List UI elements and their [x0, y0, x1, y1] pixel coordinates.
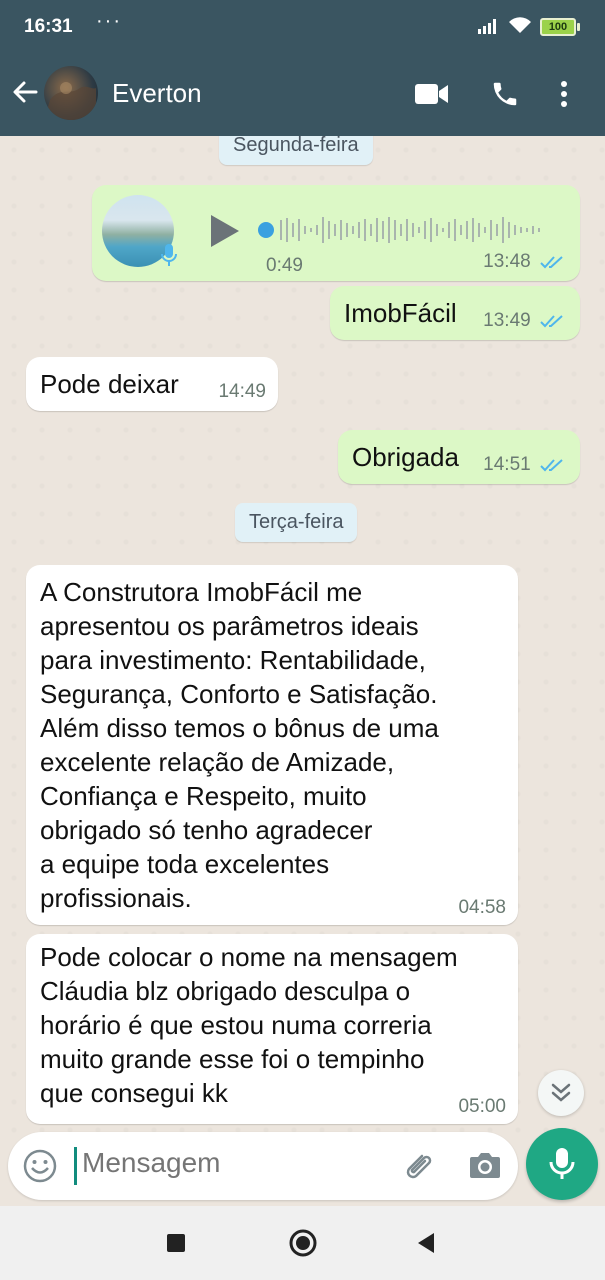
message-line: Pode colocar o nome na mensagem — [40, 942, 458, 972]
read-ticks-icon — [540, 315, 563, 328]
recent-apps-button[interactable] — [167, 1234, 185, 1252]
voice-meta: 13:48 — [483, 251, 566, 273]
contact-avatar[interactable] — [44, 66, 98, 120]
message-bubble-incoming[interactable]: A Construtora ImobFácil me apresentou os… — [26, 565, 518, 925]
message-bubble-incoming[interactable]: Pode deixar 14:49 — [26, 357, 278, 411]
message-line: Segurança, Conforto e Satisfação. — [40, 679, 438, 709]
voice-message-bubble[interactable]: 0:49 13:48 — [92, 185, 580, 281]
signal-icon — [478, 19, 496, 34]
mic-badge-icon — [161, 244, 177, 266]
microphone-icon — [549, 1148, 575, 1179]
system-navigation-bar — [0, 1206, 605, 1280]
battery-icon: 100 — [540, 18, 580, 36]
message-line: a equipe toda excelentes — [40, 849, 330, 879]
message-text: Obrigada — [352, 442, 459, 472]
contact-name[interactable]: Everton — [112, 78, 202, 109]
message-time: 14:51 — [483, 454, 531, 475]
chat-area[interactable]: Segunda-feira 0:49 13:48 ImobFácil 13:49 — [0, 136, 605, 1136]
message-text: ImobFácil — [344, 298, 457, 328]
voice-call-icon[interactable] — [490, 79, 520, 109]
system-back-button[interactable] — [416, 1232, 436, 1254]
voice-waveform[interactable] — [256, 215, 556, 245]
scroll-to-bottom-button[interactable] — [538, 1070, 584, 1116]
message-line: obrigado só tenho agradecer — [40, 815, 373, 845]
wifi-icon — [509, 17, 531, 33]
message-time: 13:48 — [483, 251, 531, 272]
message-time: 04:58 — [458, 897, 506, 918]
message-bubble-outgoing[interactable]: ImobFácil 13:49 — [330, 286, 580, 340]
status-bar: 16:31 ··· 100 — [0, 0, 605, 52]
voice-record-button[interactable] — [526, 1128, 598, 1200]
more-options-icon[interactable] — [560, 80, 568, 108]
emoji-icon[interactable] — [22, 1148, 58, 1184]
message-meta: 14:51 — [483, 454, 566, 476]
date-chip: Terça-feira — [235, 503, 358, 542]
message-bubble-outgoing[interactable]: Obrigada 14:51 — [338, 430, 580, 484]
message-line: muito grande esse foi o tempinho — [40, 1044, 425, 1074]
text-cursor — [74, 1147, 77, 1185]
voice-duration: 0:49 — [266, 255, 303, 276]
message-line: profissionais. — [40, 883, 192, 913]
message-input[interactable] — [80, 1146, 384, 1180]
notification-dots: ··· — [96, 10, 122, 32]
read-ticks-icon — [540, 459, 563, 472]
camera-icon[interactable] — [468, 1150, 502, 1180]
back-arrow-icon[interactable] — [10, 77, 40, 107]
double-chevron-down-icon — [551, 1083, 571, 1102]
message-line: horário é que estou numa correria — [40, 1010, 432, 1040]
message-time: 13:49 — [483, 310, 531, 331]
message-line: apresentou os parâmetros ideais — [40, 611, 419, 641]
message-text: Pode deixar — [40, 369, 179, 399]
video-call-icon[interactable] — [414, 82, 450, 106]
message-line: para investimento: Rentabilidade, — [40, 645, 426, 675]
attach-icon[interactable] — [400, 1148, 436, 1184]
status-time: 16:31 — [24, 16, 73, 37]
message-line: excelente relação de Amizade, — [40, 747, 395, 777]
message-bubble-incoming[interactable]: Pode colocar o nome na mensagem Cláudia … — [26, 934, 518, 1124]
chat-header: Everton — [0, 52, 605, 136]
message-line: Confiança e Respeito, muito — [40, 781, 367, 811]
message-text: Pode colocar o nome na mensagem Cláudia … — [40, 940, 510, 1110]
date-chip: Segunda-feira — [219, 136, 373, 165]
read-ticks-icon — [540, 256, 563, 269]
message-time: 05:00 — [458, 1096, 506, 1117]
message-meta: 13:49 — [483, 310, 566, 332]
message-line: que consegui kk — [40, 1078, 228, 1108]
message-line: Além disso temos o bônus de uma — [40, 713, 439, 743]
message-line: A Construtora ImobFácil me — [40, 577, 363, 607]
message-compose-bar — [8, 1132, 518, 1200]
home-button[interactable] — [288, 1228, 318, 1258]
play-icon[interactable] — [208, 213, 242, 249]
message-time: 14:49 — [218, 381, 266, 402]
message-line: Cláudia blz obrigado desculpa o — [40, 976, 411, 1006]
message-text: A Construtora ImobFácil me apresentou os… — [40, 575, 510, 915]
